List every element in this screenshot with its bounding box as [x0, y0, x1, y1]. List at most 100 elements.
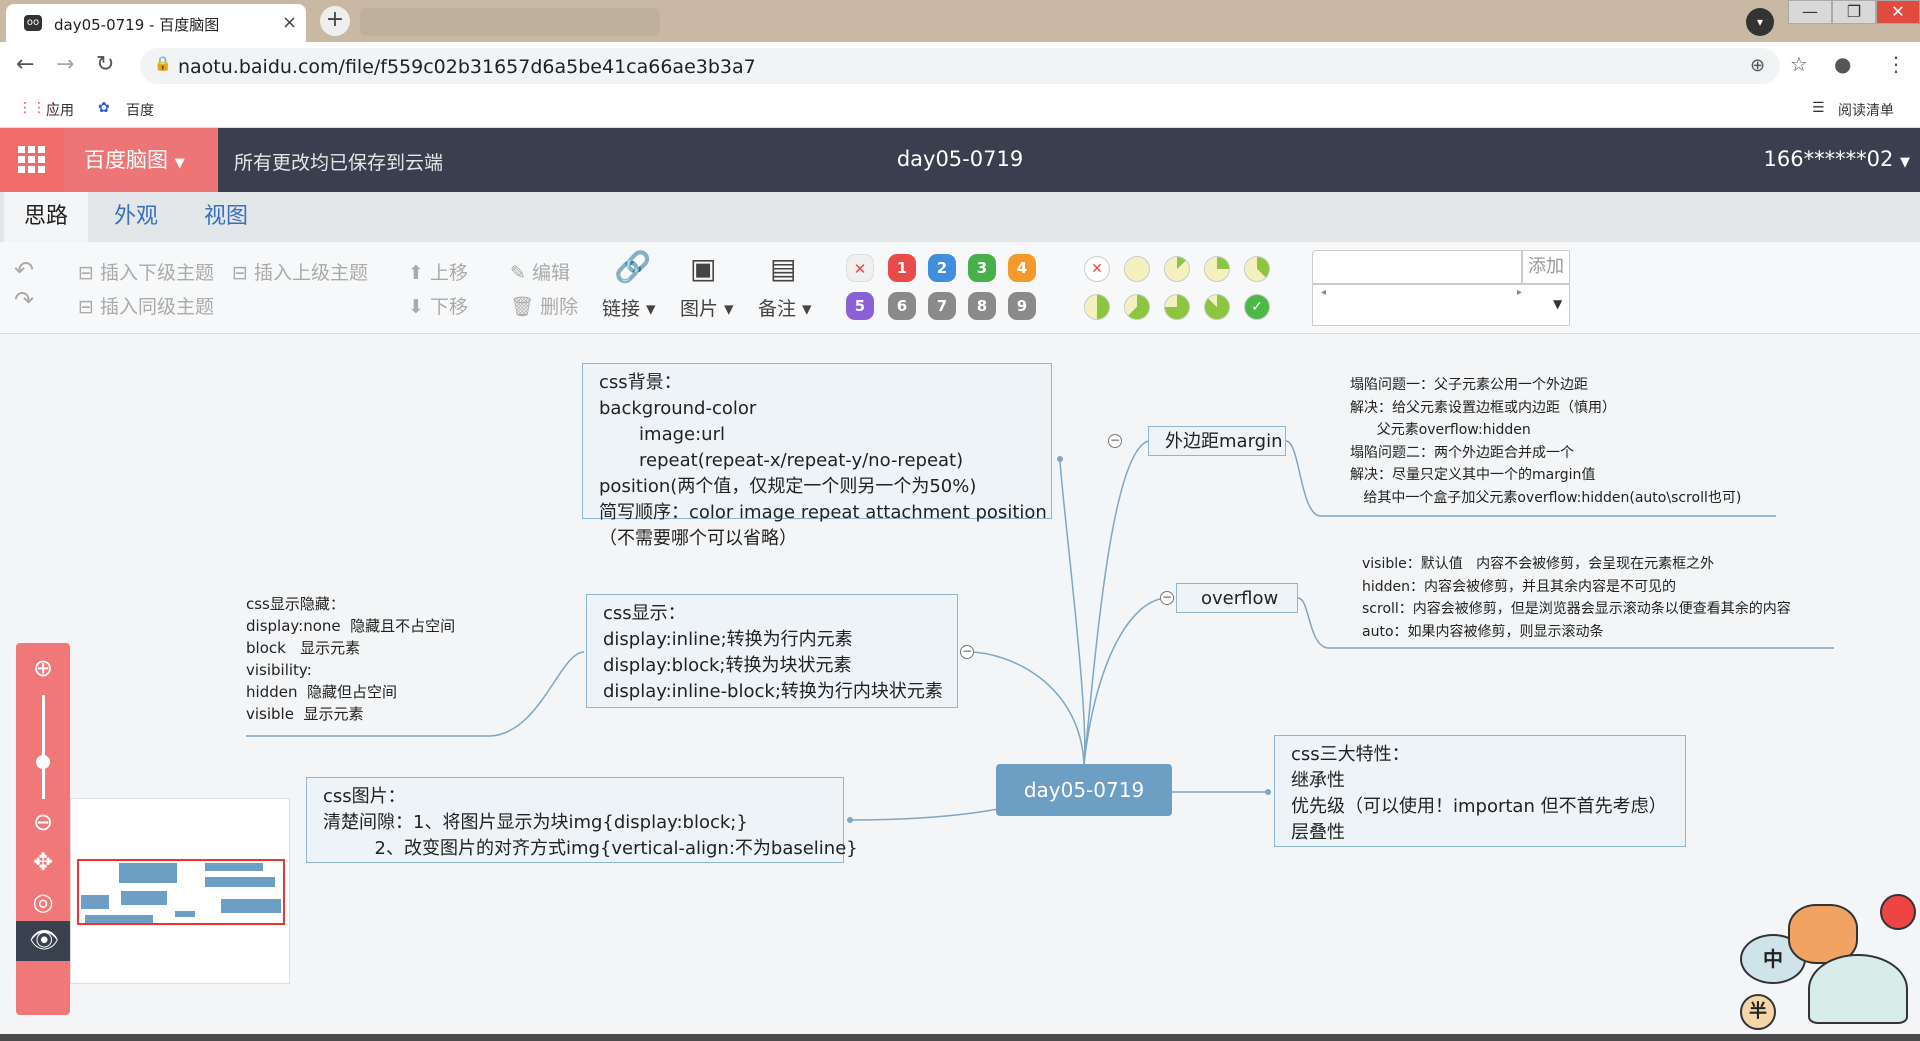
profile-icon[interactable]: ●: [1834, 52, 1851, 76]
scroll-right-icon[interactable]: ▸: [1517, 287, 1522, 298]
menu-tabs: 思路 外观 视图: [0, 192, 1920, 242]
image-icon[interactable]: ▣: [690, 252, 716, 285]
redo-icon[interactable]: ↷: [14, 286, 34, 314]
node-overflow[interactable]: overflow: [1176, 583, 1298, 613]
image-button[interactable]: 图片 ▾: [680, 294, 734, 321]
zoom-panel: ⊕ ⊖ ✥ ◎ 👁: [16, 643, 70, 1015]
node-css-traits[interactable]: css三大特性： 继承性 优先级（可以使用！importan 但不首先考虑） 层…: [1274, 735, 1686, 847]
mascot-illustration[interactable]: 中 半: [1730, 894, 1920, 1034]
priority-6-icon[interactable]: 6: [888, 292, 916, 320]
user-name: 166******02: [1763, 147, 1894, 171]
priority-1-icon[interactable]: 1: [888, 254, 916, 282]
close-window-button[interactable]: ✕: [1876, 0, 1920, 24]
bookmark-baidu[interactable]: 百度: [126, 100, 154, 120]
dropdown-icon[interactable]: ▼: [1553, 297, 1562, 311]
user-menu[interactable]: 166******02 ▼: [1764, 147, 1911, 171]
tab-appearance[interactable]: 外观: [94, 192, 178, 242]
reading-list-link[interactable]: 阅读清单: [1838, 100, 1894, 120]
progress-3-icon[interactable]: [1244, 256, 1270, 282]
background-tab[interactable]: [360, 8, 660, 36]
progress-1-icon[interactable]: [1164, 256, 1190, 282]
locate-icon[interactable]: ◎: [29, 889, 57, 917]
zoom-in-icon[interactable]: ⊕: [29, 655, 57, 683]
mascot-gear-icon: [1880, 894, 1916, 930]
progress-0-icon[interactable]: [1124, 256, 1150, 282]
reload-icon[interactable]: ↻: [96, 52, 114, 77]
undo-icon[interactable]: ↶: [14, 256, 34, 284]
omnibox[interactable]: 🔒 naotu.baidu.com/file/f559c02b31657d6a5…: [140, 48, 1780, 84]
node-margin-note[interactable]: 塌陷问题一：父子元素公用一个外边距 解决：给父元素设置边框或内边距（慎用） 父元…: [1350, 374, 1741, 509]
resource-input[interactable]: [1312, 250, 1522, 284]
insert-parent-label: 插入上级主题: [253, 262, 368, 284]
node-display-hide-note[interactable]: css显示隐藏： display:none 隐藏且不占空间 block 显示元素…: [246, 593, 455, 725]
tab-idea[interactable]: 思路: [4, 192, 89, 242]
menu-dots-icon[interactable]: ⋮: [1886, 52, 1906, 76]
new-tab-button[interactable]: +: [320, 6, 350, 36]
insert-child-icon: ⊟: [78, 262, 94, 284]
minimap[interactable]: [70, 798, 290, 984]
url-text[interactable]: naotu.baidu.com/file/f559c02b31657d6a5be…: [178, 56, 756, 78]
priority-9-icon[interactable]: 9: [1008, 292, 1036, 320]
arrow-down-icon: ⬇: [408, 296, 424, 318]
node-css-display[interactable]: css显示： display:inline;转换为行内元素 display:bl…: [586, 594, 958, 708]
bookmark-star-icon[interactable]: ☆: [1790, 52, 1808, 76]
insert-child-button[interactable]: ⊟ 插入下级主题: [78, 258, 214, 285]
move-down-button[interactable]: ⬇ 下移: [408, 292, 468, 319]
add-resource-button[interactable]: 添加: [1522, 250, 1570, 284]
progress-4-icon[interactable]: [1084, 294, 1110, 320]
collapse-icon[interactable]: −: [960, 645, 974, 659]
link-icon[interactable]: 🔗: [614, 250, 651, 285]
zoom-slider-handle[interactable]: [36, 755, 50, 769]
scroll-left-icon[interactable]: ◂: [1321, 287, 1326, 298]
priority-2-icon[interactable]: 2: [928, 254, 956, 282]
progress-5-icon[interactable]: [1124, 294, 1150, 320]
zoom-icon[interactable]: ⊕: [1750, 55, 1765, 76]
priority-4-icon[interactable]: 4: [1008, 254, 1036, 282]
delete-button[interactable]: 🗑 删除: [510, 292, 578, 319]
move-up-button[interactable]: ⬆ 上移: [408, 258, 468, 285]
tab-search-icon[interactable]: ▾: [1746, 8, 1774, 36]
priority-remove-icon[interactable]: ✕: [846, 254, 874, 282]
edit-button[interactable]: ✎ 编辑: [510, 258, 570, 285]
node-css-image[interactable]: css图片： 清楚间隙：1、将图片显示为块img{display:block;}…: [306, 777, 858, 863]
tab-view[interactable]: 视图: [184, 192, 268, 242]
collapse-icon[interactable]: −: [1108, 434, 1122, 448]
insert-sibling-button[interactable]: ⊟ 插入同级主题: [78, 292, 214, 319]
progress-done-icon[interactable]: ✓: [1244, 294, 1270, 320]
progress-7-icon[interactable]: [1204, 294, 1230, 320]
zoom-out-icon[interactable]: ⊖: [29, 809, 57, 837]
image-label: 图片: [680, 298, 719, 320]
resource-list[interactable]: ◂ ▸ ▼: [1312, 284, 1570, 326]
progress-6-icon[interactable]: [1164, 294, 1190, 320]
note-button[interactable]: 备注 ▾: [758, 294, 812, 321]
bookmark-apps[interactable]: 应用: [46, 100, 74, 120]
link-button[interactable]: 链接 ▾: [602, 294, 656, 321]
preview-toggle[interactable]: 👁: [16, 921, 70, 961]
priority-8-icon[interactable]: 8: [968, 292, 996, 320]
move-icon[interactable]: ✥: [29, 849, 57, 877]
chevron-down-icon: ▼: [1900, 155, 1910, 170]
note-icon[interactable]: ▤: [770, 252, 796, 285]
collapse-icon[interactable]: −: [1160, 591, 1174, 605]
node-overflow-note[interactable]: visible：默认值 内容不会被修剪，会呈现在元素框之外 hidden：内容会…: [1362, 553, 1791, 643]
reading-list-icon: ☰: [1812, 100, 1825, 116]
priority-7-icon[interactable]: 7: [928, 292, 956, 320]
document-title[interactable]: day05-0719: [0, 147, 1920, 171]
insert-parent-button[interactable]: ⊟ 插入上级主题: [232, 258, 368, 285]
browser-tab[interactable]: oo day05-0719 - 百度脑图 ×: [6, 4, 306, 42]
root-node[interactable]: day05-0719: [996, 764, 1172, 816]
progress-2-icon[interactable]: [1204, 256, 1230, 282]
node-css-background[interactable]: css背景： background-color image:url repeat…: [582, 363, 1052, 549]
back-icon[interactable]: ←: [16, 52, 34, 77]
forward-icon[interactable]: →: [56, 52, 74, 77]
progress-remove-icon[interactable]: ✕: [1084, 256, 1110, 282]
tab-close-icon[interactable]: ×: [282, 12, 297, 33]
priority-5-icon[interactable]: 5: [846, 292, 874, 320]
minimize-button[interactable]: —: [1788, 0, 1832, 24]
node-margin[interactable]: 外边距margin: [1148, 426, 1286, 456]
zoom-slider-track[interactable]: [42, 695, 45, 799]
address-bar-row: ← → ↻ 🔒 naotu.baidu.com/file/f559c02b316…: [0, 42, 1920, 90]
maximize-button[interactable]: ❐: [1832, 0, 1876, 24]
delete-label: 删除: [540, 296, 579, 318]
priority-3-icon[interactable]: 3: [968, 254, 996, 282]
